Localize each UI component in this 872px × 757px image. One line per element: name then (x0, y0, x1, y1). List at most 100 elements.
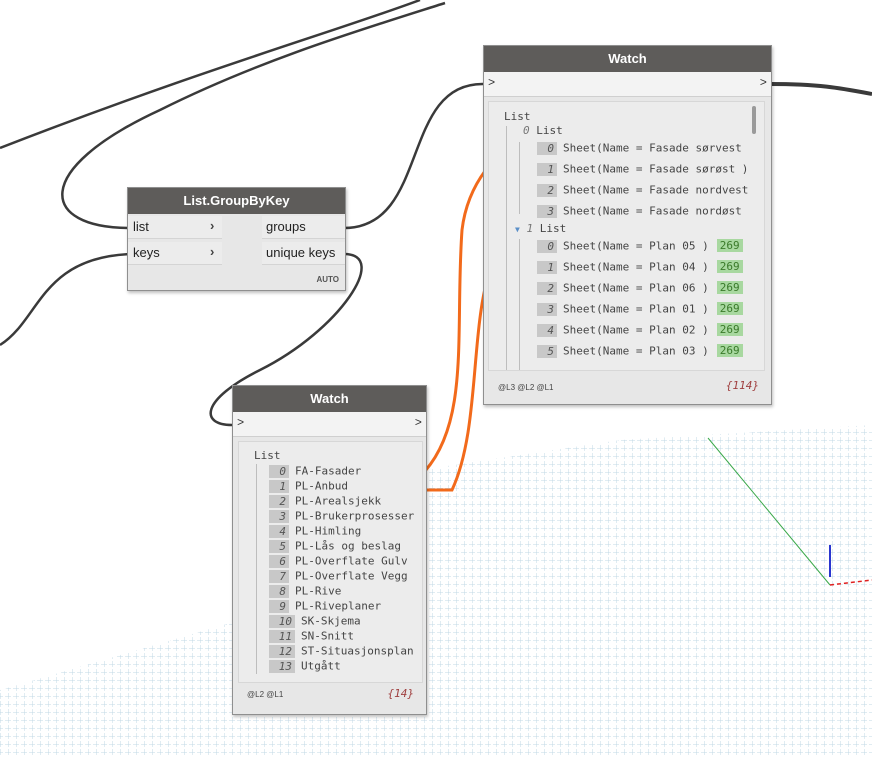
output-port-groups[interactable]: groups (262, 216, 345, 239)
watch-bottom-output-port[interactable]: > (415, 416, 422, 430)
watch-top-output-area[interactable]: List 0 List 0 Sheet(Name = Fasade sørvest… (488, 101, 765, 371)
item-value: Sheet(Name = Fasade sørøst ) (563, 162, 749, 176)
list-item: 6 PL-Overflate Gulv (269, 554, 408, 568)
chevron-right-icon: › (210, 244, 215, 259)
item-tag: 269 (716, 260, 743, 273)
watch-bottom-input-port[interactable]: > (237, 416, 244, 430)
item-value: Utgått (301, 659, 341, 673)
list-item: 13 Utgått (269, 659, 341, 673)
watch-top-title[interactable]: Watch (484, 46, 771, 72)
item-value: Sheet(Name = Fasade nordøst (563, 204, 742, 218)
item-value: Sheet(Name = Plan 05 ) (563, 239, 709, 253)
groupbykey-title[interactable]: List.GroupByKey (128, 188, 345, 214)
list-item: 4 PL-Himling (269, 524, 361, 538)
item-index: 8 (269, 584, 289, 598)
list-item: 4 Sheet(Name = Plan 02 ) 269 (537, 323, 743, 337)
tree-line (519, 142, 520, 214)
output-port-unique-keys[interactable]: unique keys (262, 242, 345, 265)
item-value: PL-Anbud (295, 479, 348, 493)
item-tag: 269 (716, 281, 743, 294)
item-index: 11 (269, 629, 295, 643)
list-item: 3 PL-Brukerprosesser (269, 509, 414, 523)
watch-bottom-levels: @L2 @L1 (247, 690, 284, 699)
watch-bottom-output-area[interactable]: List 0 FA-Fasader 1 PL-Anbud 2 PL-Arealsjek… (238, 441, 423, 683)
list-item: 8 PL-Rive (269, 584, 341, 598)
list-item: 1 Sheet(Name = Plan 04 ) 269 (537, 260, 743, 274)
item-value: PL-Riveplaner (295, 599, 382, 613)
item-value: Sheet(Name = Fasade nordvest (563, 183, 749, 197)
item-value: PL-Rive (295, 584, 342, 598)
item-index: 1 (269, 479, 289, 493)
item-index: 12 (269, 644, 295, 658)
vertical-scrollbar[interactable] (752, 106, 756, 134)
list-item: 1 PL-Anbud (269, 479, 348, 493)
list-item: 0 FA-Fasader (269, 464, 361, 478)
watch-top-count: {114} (725, 379, 759, 392)
tree-line (256, 464, 257, 674)
input-label-list: list (133, 219, 149, 234)
item-value: PL-Brukerprosesser (295, 509, 415, 523)
item-index: 0 (537, 239, 557, 253)
list-item: 10 SK-Skjema (269, 614, 361, 628)
item-index: 4 (269, 524, 289, 538)
sublist-1-header[interactable]: ▼ 1 List (515, 222, 566, 235)
item-value: PL-Arealsjekk (295, 494, 382, 508)
item-index: 3 (537, 302, 557, 316)
watch-bottom-title[interactable]: Watch (233, 386, 426, 412)
item-tag: 269 (716, 302, 743, 315)
item-index: 13 (269, 659, 295, 673)
item-index: 0 (269, 464, 289, 478)
item-index: 2 (537, 281, 557, 295)
list-item: 2 Sheet(Name = Fasade nordvest (537, 183, 748, 197)
chevron-right-icon: › (210, 218, 215, 233)
sublist-0-label: List (536, 124, 563, 137)
watch-top-root-label: List (504, 110, 531, 123)
item-index: 5 (537, 344, 557, 358)
item-value: PL-Lås og beslag (295, 539, 401, 553)
item-index: 3 (269, 509, 289, 523)
sublist-1-label: List (539, 222, 567, 235)
output-label-groups: groups (266, 219, 306, 234)
item-index: 3 (537, 204, 557, 218)
item-value: Sheet(Name = Fasade sørvest (563, 141, 742, 155)
item-index: 2 (537, 183, 557, 197)
item-value: Sheet(Name = Plan 06 ) (563, 281, 709, 295)
tree-line (519, 239, 520, 370)
item-tag: 269 (716, 323, 743, 336)
input-label-keys: keys (133, 245, 160, 260)
list-item: 3 Sheet(Name = Plan 01 ) 269 (537, 302, 743, 316)
watch-node-top[interactable]: Watch > > List 0 List 0 Sheet(Name = Fasa… (483, 45, 772, 405)
input-port-list[interactable]: list › (128, 216, 222, 239)
item-index: 4 (537, 323, 557, 337)
list-item: 5 Sheet(Name = Plan 03 ) 269 (537, 344, 743, 358)
list-item: 2 PL-Arealsjekk (269, 494, 381, 508)
watch-bottom-port-bar: > > (233, 412, 426, 437)
item-index: 1 (537, 162, 557, 176)
lacing-label[interactable]: AUTO (316, 275, 339, 284)
groupbykey-node[interactable]: List.GroupByKey list › keys › groups uni… (127, 187, 346, 291)
item-value: Sheet(Name = Plan 03 ) (563, 344, 709, 358)
item-index: 10 (269, 614, 295, 628)
list-item: 0 Sheet(Name = Plan 05 ) 269 (537, 239, 743, 253)
watch-top-input-port[interactable]: > (488, 76, 495, 90)
list-item: 11 SN-Snitt (269, 629, 354, 643)
item-index: 5 (269, 539, 289, 553)
input-port-keys[interactable]: keys › (128, 242, 222, 265)
sublist-1-index: 1 (526, 222, 534, 235)
groupbykey-body: list › keys › groups unique keys AUTO (128, 214, 345, 290)
sublist-0-header[interactable]: 0 List (523, 124, 563, 137)
ground-grid (0, 425, 872, 757)
item-index: 7 (269, 569, 289, 583)
sublist-0-index: 0 (523, 124, 530, 137)
output-label-unique-keys: unique keys (266, 245, 336, 260)
watch-top-port-bar: > > (484, 72, 771, 97)
item-index: 9 (269, 599, 289, 613)
list-item: 0 Sheet(Name = Fasade sørvest (537, 141, 742, 155)
watch-bottom-count: {14} (387, 687, 415, 700)
item-value: Sheet(Name = Plan 04 ) (563, 260, 709, 274)
item-index: 0 (537, 141, 557, 155)
watch-node-bottom[interactable]: Watch > > List 0 FA-Fasader 1 PL-Anbud 2 PL… (232, 385, 427, 715)
caret-down-icon[interactable]: ▼ (515, 225, 520, 234)
item-value: Sheet(Name = Plan 01 ) (563, 302, 709, 316)
watch-top-output-port[interactable]: > (760, 76, 767, 90)
